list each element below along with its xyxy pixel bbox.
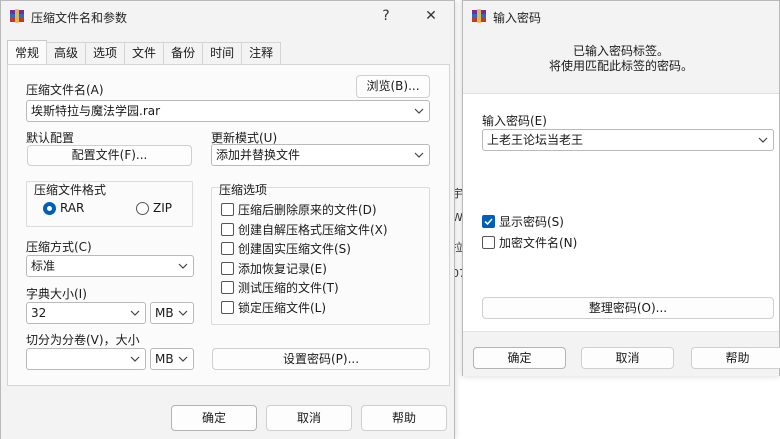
dictionary-unit-select[interactable]: MB	[150, 302, 194, 324]
method-select[interactable]: 标准	[26, 255, 194, 277]
option-label: 添加恢复记录(E)	[238, 261, 327, 276]
encrypt-filenames-checkbox[interactable]: 加密文件名(N)	[482, 234, 577, 251]
winrar-app-icon	[9, 8, 25, 24]
tab-files[interactable]: 文件	[124, 42, 165, 64]
show-password-checkbox[interactable]: 显示密码(S)	[482, 213, 564, 230]
option-label: 锁定压缩文件(L)	[238, 300, 327, 315]
checkbox-checked-icon	[482, 215, 495, 228]
divider	[463, 93, 779, 94]
title-bar: 输入密码	[463, 1, 779, 33]
tab-bar: 常规 高级 选项 文件 备份 时间 注释	[7, 40, 282, 64]
checkbox-unchecked-icon	[221, 261, 234, 275]
option-label: 创建自解压格式压缩文件(X)	[238, 222, 388, 237]
archive-options-dialog: 压缩文件名和参数 ? ✕ 常规 高级 选项 文件 备份 时间 注释 压缩文件名(…	[0, 0, 455, 439]
browse-button[interactable]: 浏览(B)...	[356, 75, 430, 98]
checkbox-unchecked-icon	[221, 222, 234, 236]
checkbox-unchecked-icon	[221, 300, 234, 314]
chevron-down-icon	[129, 303, 141, 323]
update-mode-select[interactable]: 添加并替换文件	[211, 144, 430, 166]
password-value: 上老王论坛当老王	[487, 133, 584, 147]
ok-button[interactable]: 确定	[473, 347, 566, 369]
tab-advanced[interactable]: 高级	[46, 42, 87, 64]
dictionary-size-label: 字典大小(I)	[26, 287, 87, 301]
info-area: 已输入密码标签。 将使用匹配此标签的密码。	[463, 33, 779, 93]
general-tab-panel: 压缩文件名(A) 浏览(B)... 埃斯特拉与魔法学园.rar 默认配置 配置文…	[7, 64, 450, 386]
option-checkbox[interactable]: 添加恢复记录(E)	[221, 260, 327, 277]
encrypt-filenames-label: 加密文件名(N)	[499, 236, 578, 250]
tab-time[interactable]: 时间	[202, 42, 243, 64]
winrar-app-icon	[471, 8, 487, 24]
option-checkbox[interactable]: 创建自解压格式压缩文件(X)	[221, 221, 388, 238]
archive-format-label: 压缩文件格式	[34, 183, 107, 197]
chevron-down-icon[interactable]	[757, 130, 769, 150]
option-label: 创建固实压缩文件(S)	[238, 242, 351, 256]
title-bar: 压缩文件名和参数 ? ✕	[1, 1, 454, 33]
dictionary-unit-value: MB	[155, 306, 174, 320]
set-password-button[interactable]: 设置密码(P)...	[212, 348, 430, 370]
option-checkbox[interactable]: 创建固实压缩文件(S)	[221, 240, 351, 257]
update-mode-value: 添加并替换文件	[216, 148, 301, 162]
ok-button[interactable]: 确定	[171, 405, 257, 431]
option-label: 测试压缩的文件(T)	[238, 281, 339, 295]
dialog-title: 输入密码	[493, 11, 542, 25]
archive-options-label: 压缩选项	[219, 183, 268, 197]
radio-unselected-icon	[136, 201, 149, 215]
option-checkbox[interactable]: 测试压缩的文件(T)	[221, 279, 339, 296]
dialog-footer: 确定 取消 帮助	[463, 331, 780, 376]
password-label: 输入密码(E)	[482, 114, 547, 128]
password-field[interactable]: 上老王论坛当老王	[482, 129, 774, 151]
format-zip-radio[interactable]: ZIP	[136, 201, 172, 215]
option-checkbox[interactable]: 锁定压缩文件(L)	[221, 299, 326, 316]
organize-passwords-button[interactable]: 整理密码(O)...	[482, 297, 774, 319]
checkbox-unchecked-icon	[482, 236, 495, 249]
profiles-button[interactable]: 配置文件(F)...	[27, 145, 192, 166]
help-button[interactable]: 帮助	[361, 405, 447, 431]
split-unit-value: MB	[155, 352, 174, 366]
chevron-down-icon	[177, 349, 189, 369]
default-profile-label: 默认配置	[26, 131, 75, 145]
tab-general[interactable]: 常规	[7, 40, 48, 64]
help-button[interactable]: 帮助	[691, 347, 780, 369]
chevron-down-icon	[129, 349, 141, 369]
checkbox-unchecked-icon	[221, 203, 234, 216]
tab-comment[interactable]: 注释	[241, 42, 282, 64]
option-checkbox[interactable]: 压缩后删除原来的文件(D)	[221, 201, 377, 218]
archive-name-label: 压缩文件名(A)	[26, 83, 104, 97]
chevron-down-icon	[177, 303, 189, 323]
checkbox-unchecked-icon	[221, 242, 234, 255]
chevron-down-icon	[177, 256, 189, 276]
dialog-title: 压缩文件名和参数	[31, 11, 128, 25]
method-label: 压缩方式(C)	[26, 240, 92, 254]
show-password-label: 显示密码(S)	[499, 215, 564, 229]
cancel-button[interactable]: 取消	[581, 347, 674, 369]
help-icon[interactable]: ?	[375, 6, 397, 26]
close-icon[interactable]: ✕	[420, 6, 442, 26]
split-volumes-label: 切分为分卷(V)，大小	[26, 333, 140, 347]
dictionary-size-value: 32	[31, 306, 47, 320]
archive-name-value: 埃斯特拉与魔法学园.rar	[31, 104, 161, 118]
checkbox-unchecked-icon	[221, 281, 234, 294]
radio-selected-icon	[43, 201, 56, 215]
method-value: 标准	[31, 259, 56, 273]
enter-password-dialog: 输入密码 已输入密码标签。 将使用匹配此标签的密码。 输入密码(E) 上老王论坛…	[462, 0, 780, 376]
dialog-footer: 确定 取消 帮助	[1, 391, 454, 439]
format-zip-label: ZIP	[153, 201, 172, 215]
split-volumes-field[interactable]	[26, 348, 146, 370]
info-line-2: 将使用匹配此标签的密码。	[548, 59, 693, 73]
format-rar-radio[interactable]: RAR	[43, 201, 84, 215]
tab-backup[interactable]: 备份	[163, 42, 204, 64]
chevron-down-icon	[413, 145, 425, 165]
tab-options[interactable]: 选项	[85, 42, 126, 64]
option-label: 压缩后删除原来的文件(D)	[238, 203, 377, 217]
format-rar-label: RAR	[60, 201, 85, 215]
dictionary-size-select[interactable]: 32	[26, 302, 146, 324]
chevron-down-icon[interactable]	[413, 101, 425, 121]
info-line-1: 已输入密码标签。	[572, 44, 669, 58]
info-text: 已输入密码标签。 将使用匹配此标签的密码。	[463, 44, 779, 74]
cancel-button[interactable]: 取消	[266, 405, 352, 431]
archive-name-field[interactable]: 埃斯特拉与魔法学园.rar	[26, 100, 430, 122]
split-unit-select[interactable]: MB	[150, 348, 194, 370]
